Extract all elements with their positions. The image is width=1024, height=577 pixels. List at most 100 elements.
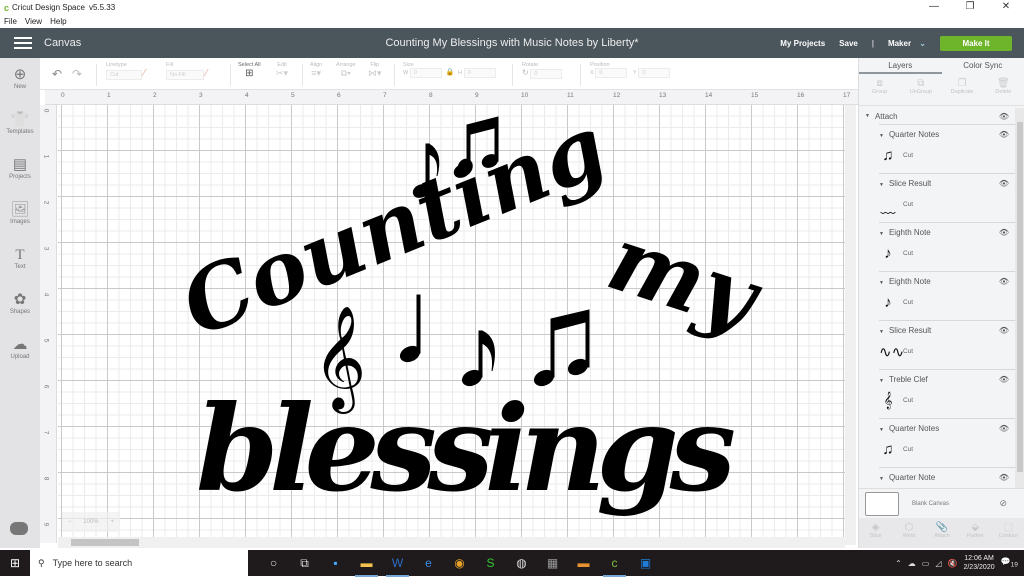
redo-icon[interactable]: ↷ <box>72 67 82 81</box>
sidebar-item-shapes[interactable]: ✿Shapes <box>0 291 40 315</box>
windows-start-icon[interactable]: ⊞ <box>0 556 30 570</box>
green-s-app-icon[interactable]: S <box>475 556 506 570</box>
cricut-taskbar-icon[interactable]: c <box>599 556 630 570</box>
sidebar-item-upload[interactable]: ☁Upload <box>0 336 40 360</box>
my-projects-link[interactable]: My Projects <box>780 39 825 48</box>
slice-button[interactable]: ◈Slice <box>859 518 892 548</box>
sidebar-item-templates[interactable]: 👕Templates <box>0 111 40 135</box>
make-it-button[interactable]: Make It <box>940 36 1012 51</box>
eye-icon[interactable]: 👁 <box>999 326 1009 335</box>
expand-triangle-icon[interactable]: ▼ <box>879 182 884 188</box>
menu-file[interactable]: File <box>4 17 17 26</box>
hamburger-menu-icon[interactable] <box>14 34 32 52</box>
art-word-my[interactable]: my <box>596 205 774 353</box>
blank-canvas-row[interactable]: Blank Canvas ⊘ <box>859 488 1024 518</box>
select-all-button[interactable]: Select All ⊞ <box>238 62 261 79</box>
expand-triangle-icon[interactable]: ▼ <box>865 113 870 119</box>
linetype-select[interactable]: Cut <box>106 70 142 80</box>
zoom-out-button[interactable]: − <box>68 519 72 525</box>
duplicate-button[interactable]: ❐Duplicate <box>942 74 983 105</box>
app-dark-icon[interactable]: ▪ <box>320 556 351 570</box>
sidebar-item-text[interactable]: TText <box>0 246 40 270</box>
layer-row[interactable]: ▼Slice Result👁﹏Cut <box>879 173 1015 222</box>
chat-icon[interactable] <box>10 522 28 535</box>
eye-icon[interactable]: 👁 <box>999 179 1009 188</box>
align-button[interactable]: Align ≡▾ <box>310 62 322 79</box>
eye-hidden-icon[interactable]: ⊘ <box>999 498 1007 509</box>
sidebar-item-images[interactable]: 🖼Images <box>0 201 40 225</box>
quarter-note[interactable] <box>398 295 422 365</box>
expand-triangle-icon[interactable]: ▼ <box>879 378 884 384</box>
word-icon[interactable]: W <box>382 556 413 570</box>
chrome-icon[interactable]: ◉ <box>444 556 475 570</box>
canvas-vertical-scrollbar[interactable] <box>845 105 856 545</box>
eye-icon[interactable]: 👁 <box>999 473 1009 482</box>
tab-color-sync[interactable]: Color Sync <box>942 58 1024 74</box>
eye-icon[interactable]: 👁 <box>999 228 1009 237</box>
scrollbar-thumb[interactable] <box>1017 122 1023 472</box>
tab-layers[interactable]: Layers <box>859 58 942 74</box>
x-input[interactable]: 0 <box>595 68 627 78</box>
expand-triangle-icon[interactable]: ▼ <box>879 329 884 335</box>
notifications-icon[interactable]: 💬19 <box>1001 557 1018 569</box>
zoom-in-button[interactable]: + <box>111 519 115 525</box>
fill-color-swatch[interactable]: ⁄ <box>206 68 208 79</box>
weld-button[interactable]: ⬡Weld <box>892 518 925 548</box>
lock-icon[interactable]: 🔒 <box>446 69 455 76</box>
minimize-button[interactable]: — <box>916 0 952 14</box>
sidebar-item-projects[interactable]: ▤Projects <box>0 156 40 180</box>
menu-view[interactable]: View <box>25 17 42 26</box>
eye-icon[interactable]: 👁 <box>999 424 1009 433</box>
eye-icon[interactable]: 👁 <box>999 277 1009 286</box>
flatten-button[interactable]: ⬙Flatten <box>959 518 992 548</box>
file-explorer-icon[interactable]: ▬ <box>351 556 382 570</box>
undo-icon[interactable]: ↶ <box>52 67 62 81</box>
canvas-color-swatch[interactable] <box>865 492 899 516</box>
design-canvas[interactable]: 𝄞 Counting my blessings − <box>58 105 845 537</box>
canvas-horizontal-scrollbar[interactable] <box>58 537 845 548</box>
ungroup-button[interactable]: ⧉UnGroup <box>900 74 941 105</box>
wifi-icon[interactable]: ◿ <box>935 559 941 568</box>
menu-help[interactable]: Help <box>50 17 66 26</box>
delete-button[interactable]: 🗑Delete <box>983 74 1024 105</box>
edge-icon[interactable]: e <box>413 556 444 570</box>
layer-row[interactable]: ▼Eighth Note👁♪Cut <box>879 271 1015 320</box>
attach-button[interactable]: 📎Attach <box>925 518 958 548</box>
clock[interactable]: 12:06 AM 2/23/2020 <box>963 554 994 572</box>
task-view-icon[interactable]: ⧉ <box>289 556 320 571</box>
save-button[interactable]: Save <box>839 39 858 48</box>
beamed-notes-bottom[interactable] <box>532 310 590 389</box>
expand-triangle-icon[interactable]: ▼ <box>879 280 884 286</box>
linetype-color-swatch[interactable]: ⁄ <box>144 68 146 79</box>
width-input[interactable]: 0 <box>410 68 442 78</box>
expand-triangle-icon[interactable]: ▼ <box>879 231 884 237</box>
scrollbar-thumb[interactable] <box>71 539 139 546</box>
onedrive-icon[interactable]: ☁ <box>908 559 916 568</box>
height-input[interactable]: 0 <box>464 68 496 78</box>
app-globe-icon[interactable]: ◍ <box>506 556 537 570</box>
volume-muted-icon[interactable]: 🔇 <box>948 559 958 568</box>
outlook-icon[interactable]: ▣ <box>630 556 661 570</box>
app-orange-icon[interactable]: ▬ <box>568 556 599 570</box>
tray-chevron-icon[interactable]: ⌃ <box>895 559 902 568</box>
art-word-blessings[interactable]: blessings <box>196 379 736 518</box>
cortana-icon[interactable]: ○ <box>258 556 289 570</box>
eye-icon[interactable]: 👁 <box>999 112 1009 121</box>
eye-icon[interactable]: 👁 <box>999 130 1009 139</box>
layer-row[interactable]: ▼Quarter Notes👁♫Cut <box>879 418 1015 467</box>
close-button[interactable]: ✕ <box>988 0 1024 14</box>
layer-group-attach[interactable]: ▼ Attach 👁 <box>859 108 1015 124</box>
flip-button[interactable]: Flip ⋈▾ <box>368 62 382 79</box>
layer-row[interactable]: ▼Eighth Note👁♪Cut <box>879 222 1015 271</box>
design-artwork[interactable]: 𝄞 Counting my blessings <box>58 105 845 537</box>
edit-button[interactable]: Edit ✂▾ <box>276 62 288 79</box>
battery-icon[interactable]: ▭ <box>922 559 930 568</box>
eye-icon[interactable]: 👁 <box>999 375 1009 384</box>
contour-button[interactable]: ⬚Contour <box>992 518 1024 548</box>
expand-triangle-icon[interactable]: ▼ <box>879 133 884 139</box>
fill-select[interactable]: No Fill <box>166 70 204 80</box>
y-input[interactable]: 0 <box>638 68 670 78</box>
rotate-input[interactable]: 0 <box>530 69 562 79</box>
layer-row[interactable]: ▼Quarter Note👁♩Cut <box>879 467 1015 488</box>
expand-triangle-icon[interactable]: ▼ <box>879 476 884 482</box>
